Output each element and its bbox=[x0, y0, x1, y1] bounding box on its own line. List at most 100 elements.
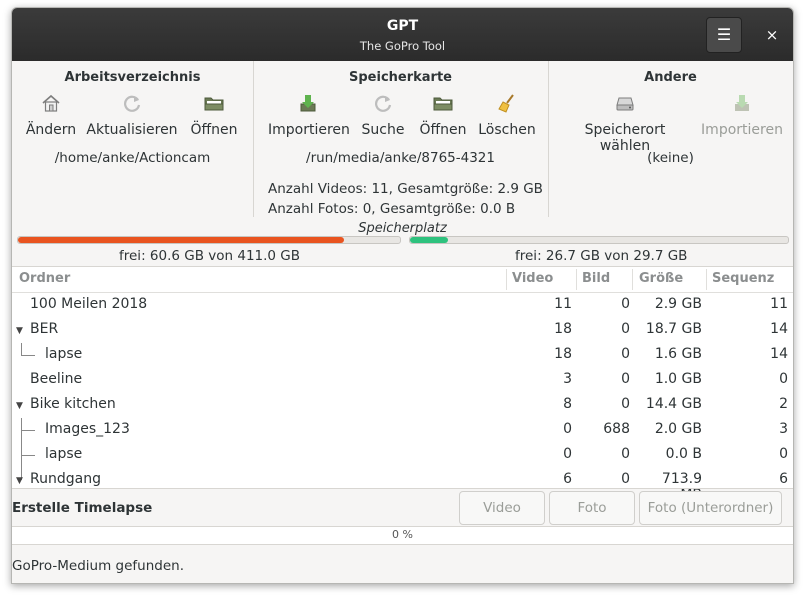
timelapse-video-button[interactable]: Video bbox=[459, 491, 545, 525]
image-count: 0 bbox=[621, 371, 630, 387]
image-count: 0 bbox=[621, 446, 630, 462]
section-divider bbox=[548, 61, 549, 217]
table-row[interactable]: lapse 0 0 0.0 B 0 bbox=[12, 443, 793, 468]
close-button[interactable]: × bbox=[757, 17, 787, 53]
folder-name: Rundgang bbox=[30, 471, 101, 487]
image-count: 0 bbox=[621, 396, 630, 412]
folder-size: 2.9 GB bbox=[654, 296, 702, 312]
refresh-icon bbox=[375, 95, 392, 112]
header-sequenz[interactable]: Sequenz bbox=[712, 271, 774, 286]
table-row[interactable]: Beeline 3 0 1.0 GB 0 bbox=[12, 368, 793, 393]
refresh-icon bbox=[124, 95, 141, 112]
storage-label: Speicherplatz bbox=[358, 221, 447, 236]
video-count: 3 bbox=[563, 371, 572, 387]
table-header: Ordner Video Bild Größe Sequenz bbox=[12, 267, 793, 293]
video-count: 6 bbox=[563, 471, 572, 487]
drive-icon bbox=[616, 97, 634, 111]
sequence-count: 14 bbox=[770, 321, 788, 337]
left-free-text: frei: 60.6 GB von 411.0 GB bbox=[119, 248, 301, 264]
video-count: 11 bbox=[554, 296, 572, 312]
timelapse-photo-subfolder-button[interactable]: Foto (Unterordner) bbox=[639, 491, 782, 525]
window-subtitle: The GoPro Tool bbox=[359, 39, 446, 53]
table-row[interactable]: Images_123 0 688 2.0 GB 3 bbox=[12, 418, 793, 443]
status-bar: GoPro-Medium gefunden. bbox=[12, 552, 793, 583]
status-text: GoPro-Medium gefunden. bbox=[12, 558, 184, 574]
folder-name: lapse bbox=[45, 446, 83, 462]
timelapse-photo-button[interactable]: Foto bbox=[549, 491, 635, 525]
choose-location-button[interactable]: Speicherort wählen bbox=[559, 92, 691, 154]
right-storage-bar bbox=[409, 236, 789, 244]
sequence-count: 0 bbox=[779, 371, 788, 387]
header-ordner[interactable]: Ordner bbox=[19, 271, 70, 286]
header-video[interactable]: Video bbox=[512, 271, 553, 286]
section-divider bbox=[253, 61, 254, 217]
header-divider bbox=[706, 269, 707, 290]
refresh-dir-label: Aktualisieren bbox=[86, 122, 178, 138]
other-import-button[interactable]: Importieren bbox=[699, 92, 785, 138]
timelapse-bar: Erstelle Timelapse Video Foto Foto (Unte… bbox=[12, 488, 793, 527]
card-delete-label: Löschen bbox=[478, 122, 536, 138]
video-count: 0 bbox=[563, 446, 572, 462]
folder-icon bbox=[433, 97, 453, 111]
main-window: GPT The GoPro Tool ☰ × Arbeitsverzeichni… bbox=[11, 7, 794, 584]
change-dir-button[interactable]: Ändern bbox=[22, 92, 80, 138]
workdir-title: Arbeitsverzeichnis bbox=[64, 70, 201, 85]
folder-name: Images_123 bbox=[45, 421, 130, 437]
other-location: (keine) bbox=[647, 150, 694, 166]
card-search-button[interactable]: Suche bbox=[356, 92, 410, 138]
progress-bar: 0 % bbox=[12, 526, 793, 545]
sequence-count: 2 bbox=[779, 396, 788, 412]
table-row[interactable]: lapse 18 0 1.6 GB 14 bbox=[12, 343, 793, 368]
folder-size: 0.0 B bbox=[665, 446, 702, 462]
card-path: /run/media/anke/8765-4321 bbox=[306, 150, 495, 166]
refresh-dir-button[interactable]: Aktualisieren bbox=[86, 92, 178, 138]
card-import-label: Importieren bbox=[268, 122, 350, 138]
right-free-text: frei: 26.7 GB von 29.7 GB bbox=[515, 248, 688, 264]
card-import-button[interactable]: Importieren bbox=[268, 92, 350, 138]
header-divider bbox=[576, 269, 577, 290]
left-storage-fill bbox=[18, 237, 344, 243]
expander-arrow-icon[interactable]: ▼ bbox=[16, 401, 23, 411]
card-open-label: Öffnen bbox=[419, 122, 467, 138]
import-icon bbox=[735, 95, 749, 111]
image-count: 0 bbox=[621, 346, 630, 362]
table-row[interactable]: 100 Meilen 2018 11 0 2.9 GB 11 bbox=[12, 293, 793, 318]
table-row[interactable]: ▼ BER 18 0 18.7 GB 14 bbox=[12, 318, 793, 343]
card-delete-button[interactable]: Löschen bbox=[475, 92, 539, 138]
card-open-button[interactable]: Öffnen bbox=[415, 92, 471, 138]
folder-size: 18.7 GB bbox=[645, 321, 702, 337]
folder-name: lapse bbox=[45, 346, 83, 362]
right-storage-fill bbox=[410, 237, 449, 243]
sequence-count: 6 bbox=[779, 471, 788, 487]
card-videos-info: Anzahl Videos: 11, Gesamtgröße: 2.9 GB bbox=[268, 181, 543, 197]
video-count: 8 bbox=[563, 396, 572, 412]
sequence-count: 11 bbox=[770, 296, 788, 312]
folder-size: 1.0 GB bbox=[654, 371, 702, 387]
open-dir-button[interactable]: Öffnen bbox=[186, 92, 242, 138]
folder-name: 100 Meilen 2018 bbox=[30, 296, 148, 312]
image-count: 688 bbox=[603, 421, 630, 437]
folder-icon bbox=[204, 97, 224, 111]
open-dir-label: Öffnen bbox=[190, 122, 238, 138]
broom-icon bbox=[498, 94, 514, 113]
other-title: Andere bbox=[644, 70, 697, 85]
folder-name: Bike kitchen bbox=[30, 396, 116, 412]
folder-table[interactable]: Ordner Video Bild Größe Sequenz 100 Meil… bbox=[12, 266, 793, 503]
folder-size: 14.4 GB bbox=[645, 396, 702, 412]
header-divider bbox=[506, 269, 507, 290]
expander-arrow-icon[interactable]: ▼ bbox=[16, 326, 23, 336]
folder-name: BER bbox=[30, 321, 59, 337]
header-bild[interactable]: Bild bbox=[582, 271, 610, 286]
table-row[interactable]: ▼ Bike kitchen 8 0 14.4 GB 2 bbox=[12, 393, 793, 418]
card-title: Speicherkarte bbox=[349, 70, 452, 85]
header-groesse[interactable]: Größe bbox=[639, 271, 683, 286]
video-count: 0 bbox=[563, 421, 572, 437]
expander-arrow-icon[interactable]: ▼ bbox=[16, 476, 23, 486]
video-count: 18 bbox=[554, 321, 572, 337]
left-storage-bar bbox=[17, 236, 401, 244]
folder-name: Beeline bbox=[30, 371, 83, 387]
title-bar: GPT The GoPro Tool ☰ × bbox=[12, 8, 793, 61]
timelapse-label: Erstelle Timelapse bbox=[12, 500, 153, 516]
menu-button[interactable]: ☰ bbox=[706, 17, 742, 53]
image-count: 0 bbox=[621, 296, 630, 312]
